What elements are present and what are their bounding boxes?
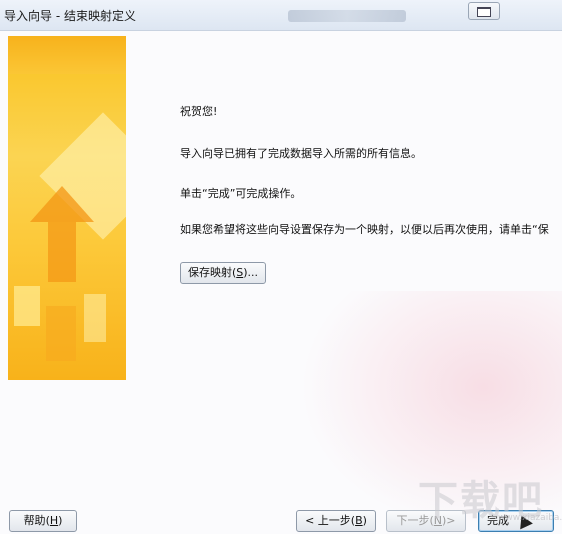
save-map-button[interactable]: 保存映射(S)... bbox=[180, 262, 266, 284]
finish-hint-text: 单击“完成”可完成操作。 bbox=[180, 187, 302, 200]
save-hint-text: 如果您希望将这些向导设置保存为一个映射，以便以后再次使用，请单击“保 bbox=[180, 223, 549, 236]
back-button[interactable]: < 上一步(B) bbox=[296, 510, 376, 532]
help-button[interactable]: 帮助(H) bbox=[9, 510, 77, 532]
banner-block bbox=[14, 286, 40, 326]
restore-icon[interactable] bbox=[468, 2, 500, 20]
banner-top-band bbox=[8, 36, 126, 74]
wizard-side-banner bbox=[8, 36, 126, 380]
banner-block bbox=[46, 306, 76, 361]
title-bar: 导入向导 - 结束映射定义 bbox=[0, 0, 562, 31]
blurred-title-region bbox=[288, 10, 406, 22]
info-text: 导入向导已拥有了完成数据导入所需的所有信息。 bbox=[180, 147, 422, 160]
greeting-text: 祝贺您! bbox=[180, 105, 218, 118]
watermark-url: www.xiazaiba.com bbox=[498, 513, 562, 523]
window-title: 导入向导 - 结束映射定义 bbox=[4, 9, 136, 23]
banner-arrow-stem bbox=[48, 222, 76, 282]
banner-block bbox=[84, 294, 106, 342]
banner-up-arrow-icon bbox=[30, 186, 94, 222]
